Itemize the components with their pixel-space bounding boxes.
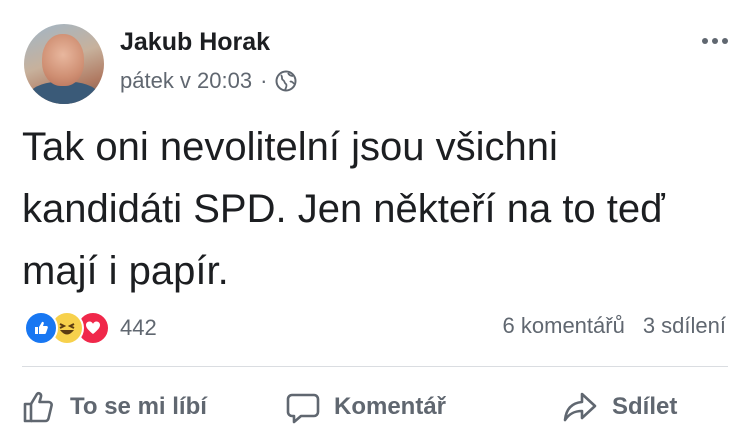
comments-count[interactable]: 6 komentářů: [503, 313, 625, 339]
avatar[interactable]: [24, 24, 104, 104]
post-text: Tak oni nevolitelní jsou všichni kandidá…: [22, 125, 665, 293]
reactions-summary[interactable]: 442: [24, 311, 157, 345]
comment-icon: [286, 393, 320, 424]
shares-count[interactable]: 3 sdílení: [643, 313, 726, 339]
like-icon: [24, 311, 58, 345]
facebook-post: Jakub Horak pátek v 20:03 · Tak oni nevo…: [0, 0, 750, 447]
more-dot: [702, 38, 708, 44]
divider: [22, 366, 728, 367]
like-label: To se mi líbí: [70, 393, 207, 420]
share-icon: [563, 392, 597, 422]
author-name[interactable]: Jakub Horak: [120, 28, 270, 57]
thumbs-up-icon: [23, 392, 53, 423]
share-button[interactable]: Sdílet: [562, 380, 677, 434]
meta-separator: ·: [260, 68, 268, 93]
comment-label: Komentář: [334, 393, 447, 420]
more-options-icon[interactable]: [702, 38, 728, 44]
comment-button[interactable]: Komentář: [286, 380, 446, 434]
action-bar: To se mi líbí Komentář Sdílet: [0, 380, 750, 434]
avatar-face: [42, 34, 84, 86]
reaction-count: 442: [120, 315, 157, 340]
post-timestamp[interactable]: pátek v 20:03: [120, 68, 252, 94]
globe-icon[interactable]: [275, 70, 297, 92]
post-stats: 6 komentářů 3 sdílení: [503, 313, 726, 339]
like-button[interactable]: To se mi líbí: [22, 380, 207, 434]
share-label: Sdílet: [612, 393, 678, 420]
more-dot: [712, 38, 718, 44]
post-meta: pátek v 20:03 ·: [120, 68, 297, 94]
more-dot: [722, 38, 728, 44]
